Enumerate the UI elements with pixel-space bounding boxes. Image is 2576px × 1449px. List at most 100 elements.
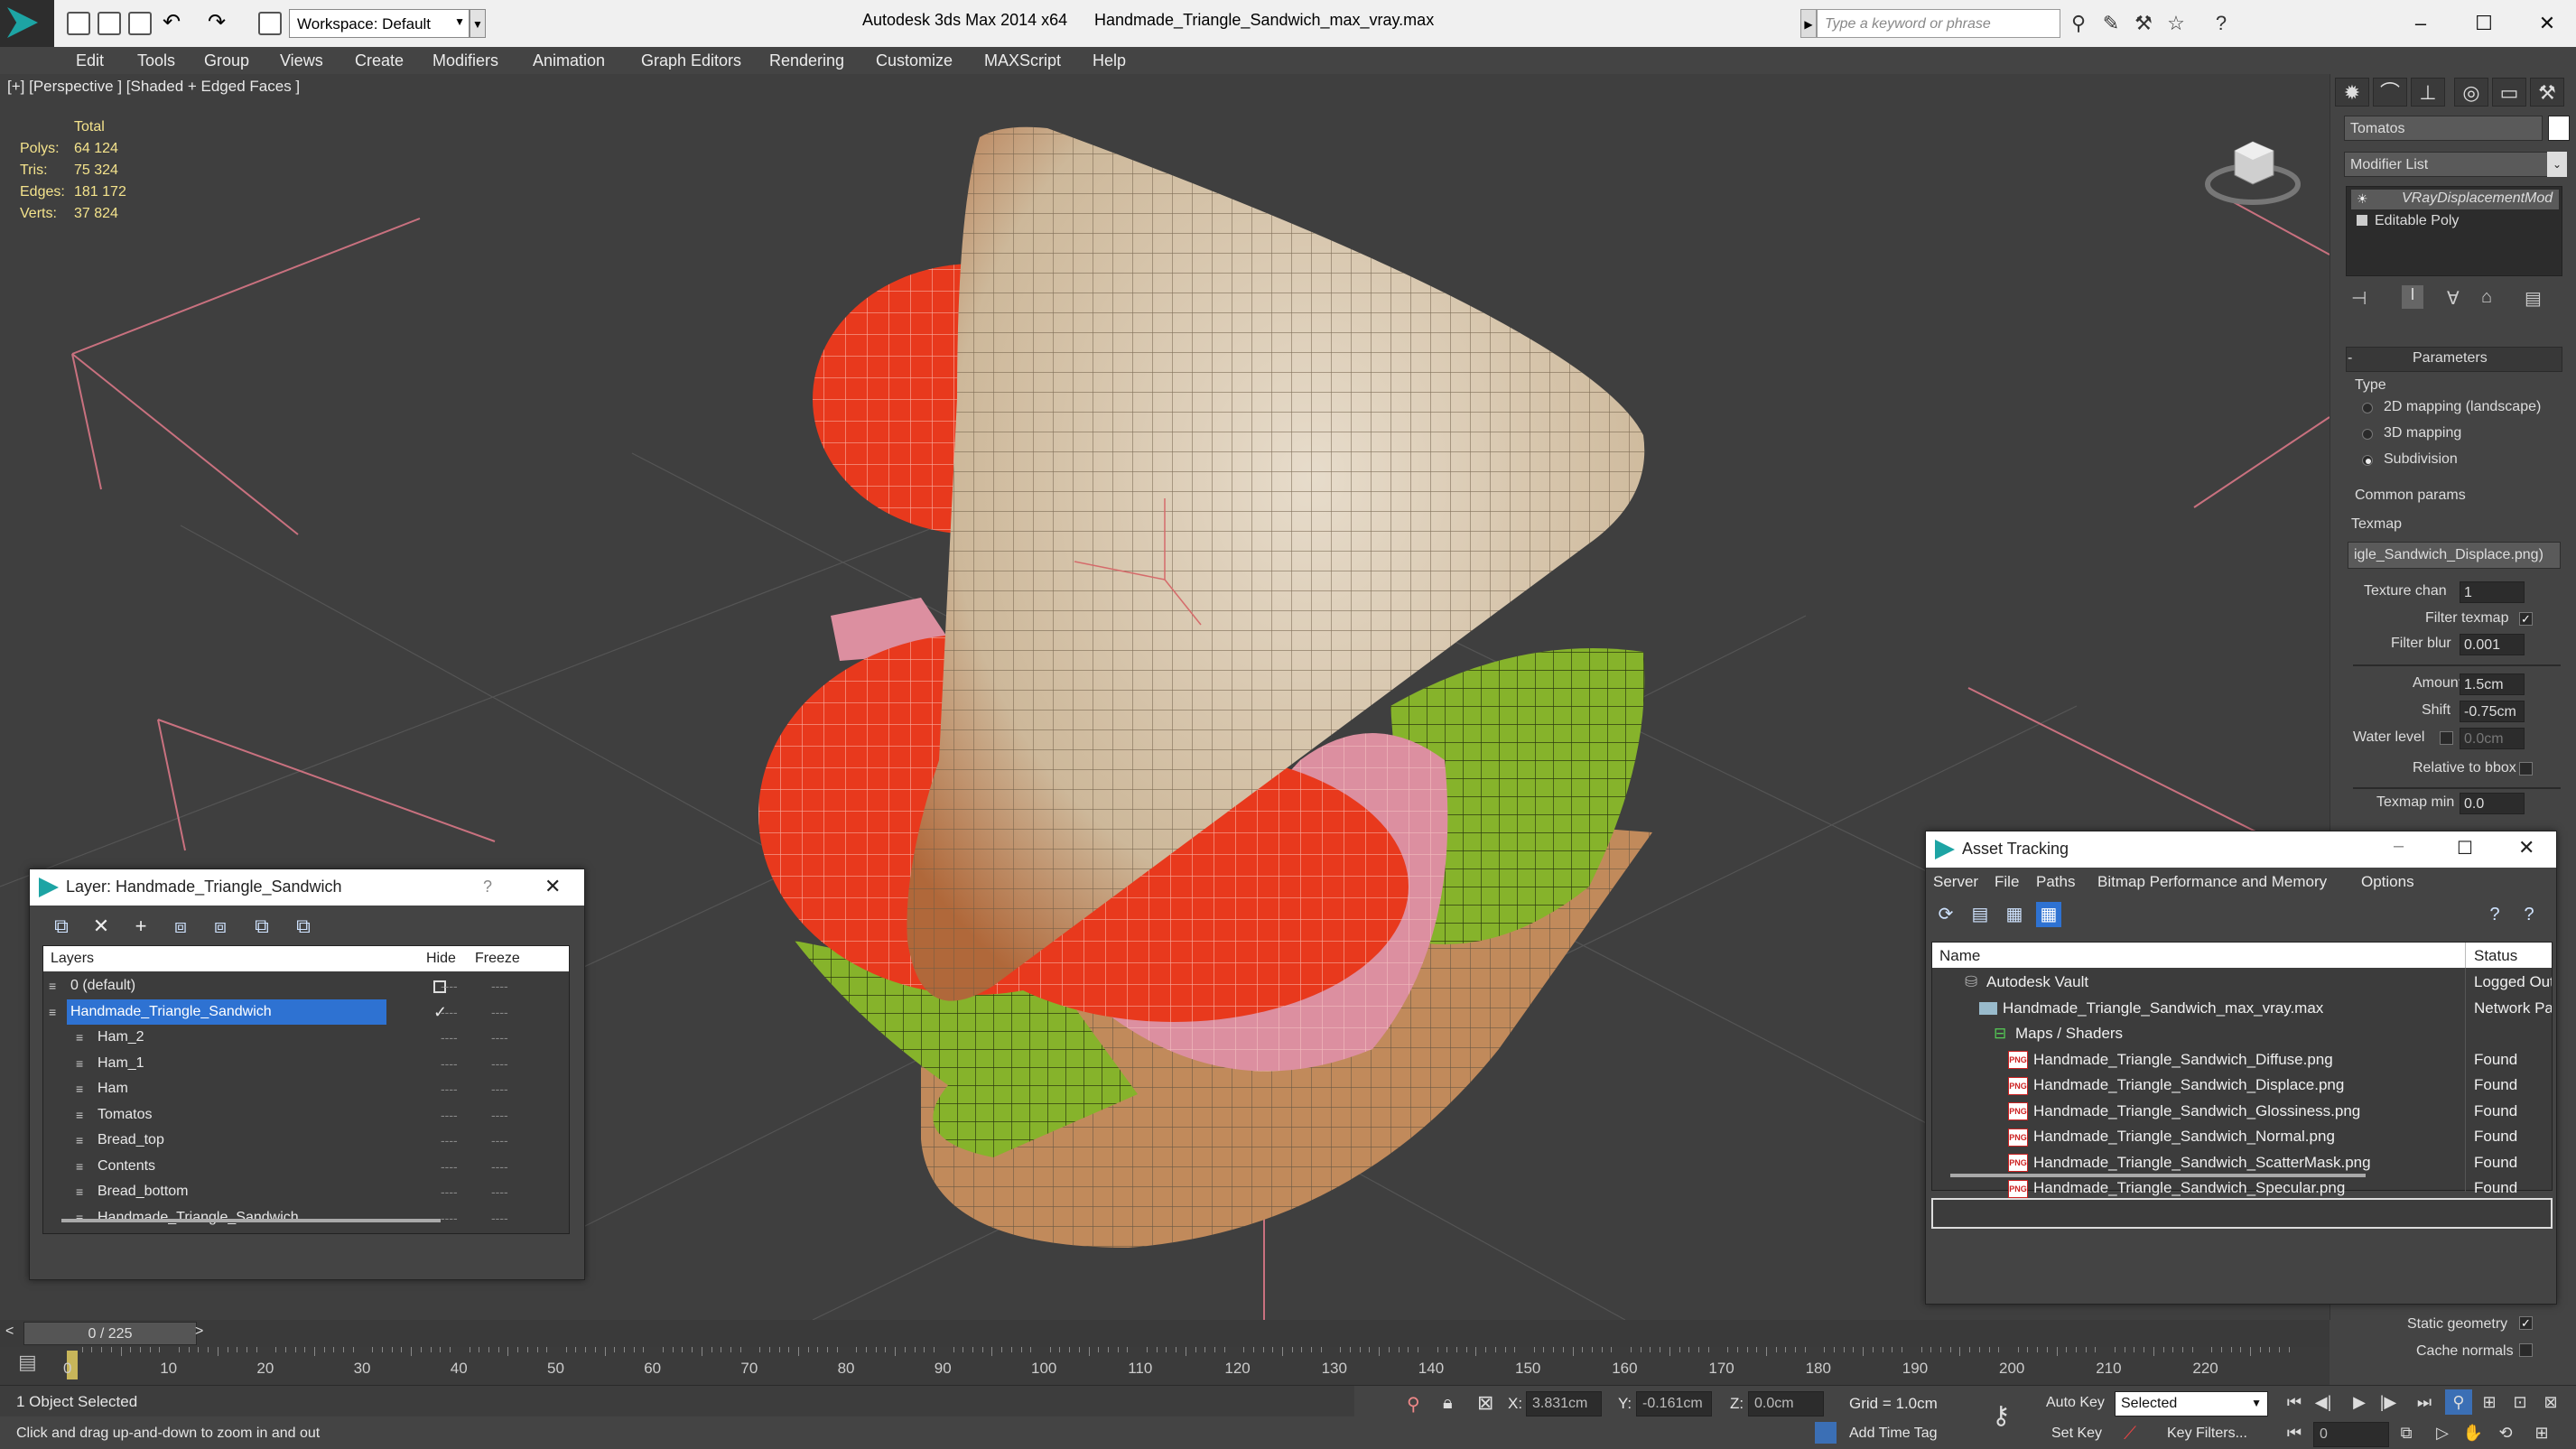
hide-toggle[interactable]: ---- [441, 1076, 458, 1101]
key-filters-button[interactable]: Key Filters... [2167, 1426, 2247, 1442]
hide-toggle[interactable]: ---- [441, 1051, 458, 1076]
radio-3d-mapping[interactable] [2362, 429, 2373, 440]
freeze-toggle[interactable]: ---- [491, 1154, 508, 1179]
freeze-toggle[interactable]: ---- [491, 1205, 508, 1231]
add-to-layer-icon[interactable]: + [127, 913, 154, 940]
asset-row[interactable]: PNG Handmade_Triangle_Sandwich_Normal.png… [1932, 1124, 2552, 1150]
asset-menu-bitmap-performance[interactable]: Bitmap Performance and Memory [2097, 873, 2327, 891]
col-layers[interactable]: Layers [51, 951, 94, 967]
layer-row[interactable]: ≡ Handmade_Triangle_Sandwich ✓ ---- ---- [43, 999, 569, 1026]
asset-menu-options[interactable]: Options [2361, 873, 2414, 891]
close-icon[interactable]: ✕ [2525, 7, 2570, 40]
create-tab-icon[interactable]: ✹ [2335, 78, 2369, 107]
menu-create[interactable]: Create [355, 47, 404, 74]
key-icon[interactable]: ⚷ [1992, 1400, 2011, 1430]
project-folder-icon[interactable] [258, 12, 282, 35]
modify-tab-icon[interactable]: ⌒ [2373, 78, 2407, 107]
pin-stack-icon[interactable]: ⊣ [2351, 287, 2367, 310]
radio-2d-mapping[interactable] [2362, 403, 2373, 413]
help-icon[interactable]: ? [2482, 902, 2507, 927]
texmap-button[interactable]: igle_Sandwich_Displace.png) [2348, 542, 2561, 569]
freeze-toggle[interactable]: ---- [491, 1179, 508, 1204]
next-frame-icon[interactable]: > [195, 1324, 203, 1340]
asset-menu-server[interactable]: Server [1933, 873, 1978, 891]
col-status[interactable]: Status [2474, 947, 2517, 965]
freeze-toggle[interactable]: ---- [491, 973, 508, 999]
favorites-star-icon[interactable]: ☆ [2165, 13, 2187, 34]
bulb-icon[interactable]: ☀ [2357, 191, 2368, 207]
goto-end-icon[interactable]: ⏭ [2411, 1389, 2438, 1415]
hide-toggle[interactable]: ---- [441, 1205, 458, 1231]
menu-rendering[interactable]: Rendering [769, 47, 844, 74]
texmap-min-input[interactable]: 0.0 [2460, 793, 2525, 814]
layer-row[interactable]: ≡ Contents ---- ---- [43, 1154, 569, 1180]
lock-selection-icon[interactable]: 🔒︎ [1443, 1393, 1453, 1414]
asset-row[interactable]: PNG Handmade_Triangle_Sandwich_Displace.p… [1932, 1073, 2552, 1099]
horizontal-scrollbar[interactable] [1950, 1174, 2366, 1177]
y-coordinate-field[interactable]: -0.161cm [1636, 1391, 1712, 1416]
time-slider[interactable]: < 0 / 225 > [0, 1320, 2330, 1347]
time-slider-thumb[interactable]: 0 / 225 [23, 1322, 197, 1345]
menu-group[interactable]: Group [204, 47, 249, 74]
col-name[interactable]: Name [1939, 947, 1980, 965]
menu-customize[interactable]: Customize [876, 47, 953, 74]
hide-all-layers-icon[interactable]: ⧉ [248, 913, 275, 940]
menu-modifiers[interactable]: Modifiers [432, 47, 498, 74]
cache-normals-checkbox[interactable] [2519, 1343, 2533, 1357]
viewport-label[interactable]: [+] [Perspective ] [Shaded + Edged Faces… [7, 78, 300, 96]
freeze-toggle[interactable]: ---- [491, 1025, 508, 1050]
layer-row[interactable]: ≡ Ham ---- ---- [43, 1076, 569, 1102]
maximize-icon[interactable]: ☐ [2461, 7, 2506, 40]
utilities-tab-icon[interactable]: ⚒ [2530, 78, 2564, 107]
maximize-icon[interactable]: ☐ [2457, 837, 2473, 859]
show-end-result-icon[interactable]: I [2402, 285, 2423, 309]
current-frame-field[interactable]: 0 [2313, 1422, 2389, 1447]
object-name-field[interactable]: Tomatos [2344, 116, 2543, 141]
prev-key-icon[interactable]: ◀| [2310, 1389, 2337, 1415]
delete-layer-icon[interactable]: ✕ [88, 913, 115, 940]
set-key-button[interactable]: Set Key [2051, 1426, 2102, 1442]
zoom-all-icon[interactable]: ⊞ [2476, 1389, 2503, 1415]
time-tag-icon[interactable] [1815, 1422, 1837, 1444]
layer-row[interactable]: ≡ Handmade_Triangle_Sandwich ---- ---- [43, 1205, 569, 1231]
amount-input[interactable]: 1.5cm [2460, 673, 2525, 695]
freeze-toggle[interactable]: ---- [491, 1128, 508, 1153]
hierarchy-tab-icon[interactable]: ⊥ [2411, 78, 2445, 107]
save-icon[interactable] [128, 12, 152, 35]
freeze-toggle[interactable]: ---- [491, 1051, 508, 1076]
motion-tab-icon[interactable]: ◎ [2454, 78, 2488, 107]
auto-key-button[interactable]: Auto Key [2046, 1395, 2105, 1411]
zoom-extents-all-icon[interactable]: ⊠ [2537, 1389, 2564, 1415]
minimize-icon[interactable]: – [2394, 836, 2404, 857]
menu-maxscript[interactable]: MAXScript [984, 47, 1061, 74]
field-of-view-icon[interactable]: ▷ [2429, 1420, 2456, 1445]
undo-icon[interactable]: ↶ [163, 9, 181, 35]
object-color-swatch[interactable] [2548, 116, 2570, 141]
asset-row[interactable]: PNG Handmade_Triangle_Sandwich_Diffuse.pn… [1932, 1047, 2552, 1073]
next-key-icon[interactable]: |▶ [2375, 1389, 2402, 1415]
menu-edit[interactable]: Edit [76, 47, 104, 74]
play-icon[interactable]: ▶ [2346, 1389, 2373, 1415]
redo-icon[interactable]: ↷ [208, 9, 226, 35]
x-coordinate-field[interactable]: 3.831cm [1526, 1391, 1602, 1416]
layer-row[interactable]: ≡ Ham_2 ---- ---- [43, 1025, 569, 1051]
app-logo-icon[interactable] [0, 0, 54, 47]
relative-bbox-checkbox[interactable] [2519, 762, 2533, 776]
help-icon[interactable]: ? [483, 878, 492, 896]
maxscript-listener[interactable] [0, 1386, 1354, 1416]
open-file-icon[interactable] [98, 12, 121, 35]
menu-graph-editors[interactable]: Graph Editors [641, 47, 741, 74]
texture-chan-input[interactable]: 1 [2460, 581, 2525, 603]
table-view-icon[interactable]: ▦ [2036, 902, 2061, 927]
track-bar[interactable]: ▤ 0 10 20 30 40 50 60 70 80 90 100 110 120 130 140 150 1… [0, 1347, 2330, 1385]
asset-row[interactable]: PNG Handmade_Triangle_Sandwich_Glossiness… [1932, 1099, 2552, 1125]
freeze-toggle[interactable]: ---- [491, 999, 508, 1025]
layer-row[interactable]: ≡ Bread_top ---- ---- [43, 1128, 569, 1154]
water-level-input[interactable]: 0.0cm [2460, 728, 2525, 749]
set-key-icon[interactable]: ⟋ [2124, 1424, 2136, 1444]
key-mode-icon[interactable]: ⏮ [2281, 1420, 2308, 1445]
zoom-icon[interactable]: ⚲ [2445, 1389, 2472, 1415]
shift-input[interactable]: -0.75cm [2460, 701, 2525, 722]
filter-texmap-checkbox[interactable]: ✓ [2519, 612, 2533, 626]
horizontal-scrollbar[interactable] [61, 1219, 441, 1222]
